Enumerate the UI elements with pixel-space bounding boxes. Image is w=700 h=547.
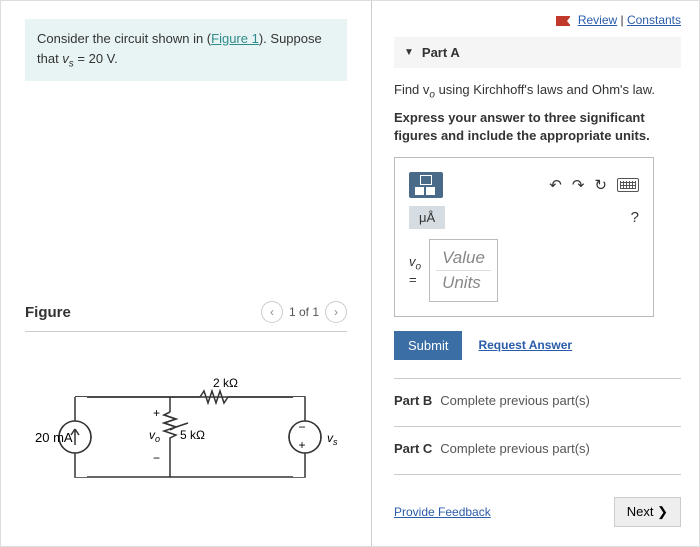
part-c-row: Part CComplete previous part(s) (394, 441, 681, 456)
next-button[interactable]: Next ❯ (614, 497, 681, 527)
problem-statement: Consider the circuit shown in (Figure 1)… (25, 19, 347, 81)
help-icon[interactable]: ? (631, 209, 639, 226)
answer-inputs: Value Units (429, 239, 498, 302)
circuit-diagram: 20 mA 5 kΩ 2 kΩ + vo − − + vs (25, 367, 345, 507)
r2-label: 2 kΩ (213, 376, 238, 390)
answer-var: vo = (409, 254, 421, 288)
redo-icon[interactable]: ↷ (572, 176, 585, 194)
keyboard-icon[interactable] (617, 178, 639, 192)
part-a-label: Part A (422, 45, 460, 60)
part-b-row: Part BComplete previous part(s) (394, 393, 681, 408)
part-a-instruction: Express your answer to three significant… (394, 109, 681, 145)
figure-next-button[interactable]: › (325, 301, 347, 323)
reset-icon[interactable]: ↻ (594, 176, 607, 194)
answer-box: ↶ ↷ ↻ μÅ ? vo = Value Units (394, 157, 654, 317)
vo-minus: − (153, 451, 160, 465)
current-source-label: 20 mA (35, 430, 73, 445)
constants-link[interactable]: Constants (627, 13, 681, 27)
flag-icon (556, 16, 570, 26)
vo-label: vo (149, 428, 160, 444)
vo-plus: + (153, 406, 160, 420)
caret-down-icon: ▼ (404, 47, 414, 58)
provide-feedback-link[interactable]: Provide Feedback (394, 505, 491, 519)
submit-button[interactable]: Submit (394, 331, 462, 360)
r1-label: 5 kΩ (180, 428, 205, 442)
figure-counter: 1 of 1 (289, 305, 319, 319)
review-link[interactable]: Review (578, 13, 617, 27)
part-a-header[interactable]: ▼ Part A (394, 37, 681, 68)
figure-link[interactable]: Figure 1 (211, 31, 259, 46)
figure-title: Figure (25, 304, 71, 321)
figure-prev-button[interactable]: ‹ (261, 301, 283, 323)
prompt-pre: Consider the circuit shown in ( (37, 31, 211, 46)
vs-minus: − (298, 420, 305, 434)
request-answer-link[interactable]: Request Answer (478, 338, 572, 352)
units-chip[interactable]: μÅ (409, 206, 445, 229)
value-input[interactable]: Value (436, 246, 491, 271)
undo-icon[interactable]: ↶ (549, 176, 562, 194)
units-input[interactable]: Units (436, 271, 491, 295)
vs-plus: + (298, 438, 305, 452)
equation-editor-button[interactable] (409, 172, 443, 198)
part-a-question: Find vo using Kirchhoff's laws and Ohm's… (394, 82, 681, 101)
vs-label: vs (327, 431, 338, 447)
